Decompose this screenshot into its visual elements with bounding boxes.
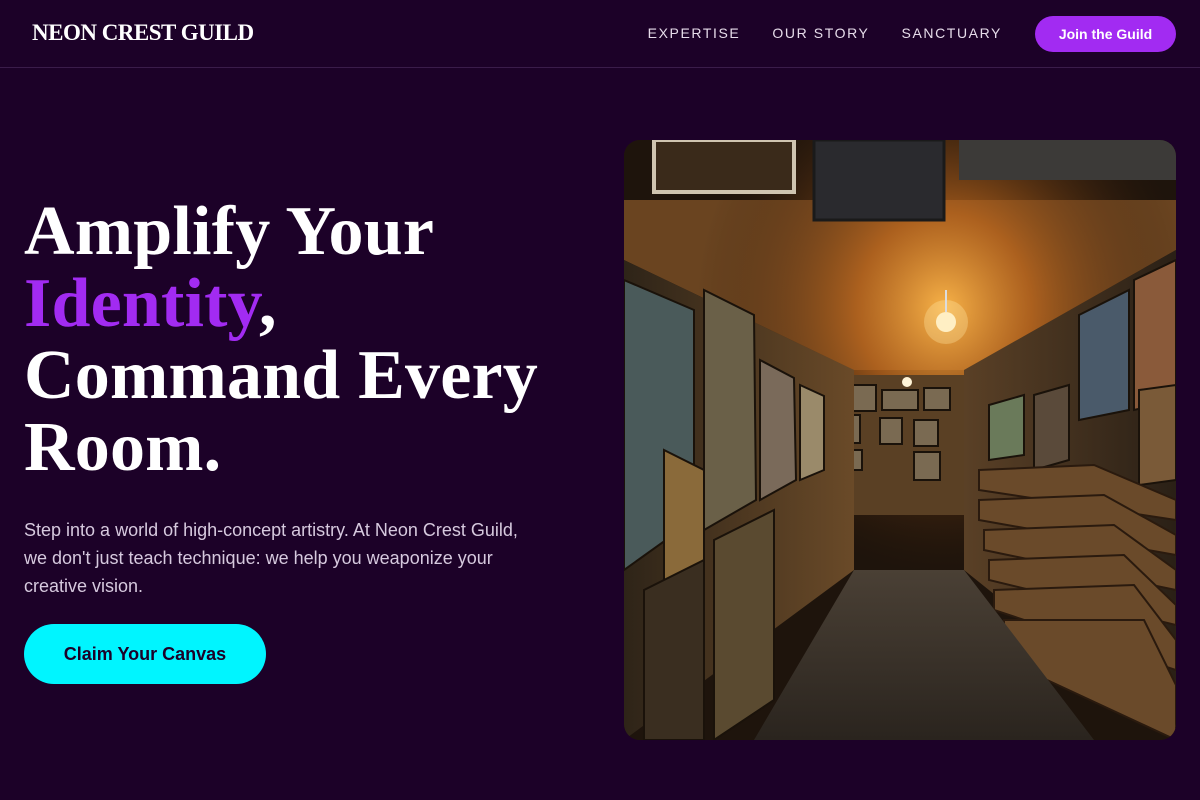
headline-line-3: Command Every xyxy=(24,337,538,414)
hero-text-block: Amplify Your Identity, Command Every Roo… xyxy=(24,196,584,600)
headline-accent-word: Identity xyxy=(24,265,259,342)
main-nav: EXPERTISE OUR STORY SANCTUARY xyxy=(648,25,1002,41)
nav-link-expertise[interactable]: EXPERTISE xyxy=(648,25,741,41)
gallery-photo-illustration xyxy=(624,140,1176,740)
claim-canvas-button[interactable]: Claim Your Canvas xyxy=(24,624,266,684)
top-navbar: NEON CREST GUILD EXPERTISE OUR STORY SAN… xyxy=(0,0,1200,68)
brand-logo[interactable]: NEON CREST GUILD xyxy=(32,20,254,46)
gallery-photo xyxy=(624,140,1176,740)
nav-link-our-story[interactable]: OUR STORY xyxy=(772,25,869,41)
headline-line-1: Amplify Your xyxy=(24,193,435,270)
headline-line-4: Room. xyxy=(24,409,222,486)
nav-link-sanctuary[interactable]: SANCTUARY xyxy=(902,25,1003,41)
hero-headline: Amplify Your Identity, Command Every Roo… xyxy=(24,196,584,484)
hero-description: Step into a world of high-concept artist… xyxy=(24,520,518,596)
headline-comma: , xyxy=(258,265,277,342)
join-guild-button[interactable]: Join the Guild xyxy=(1035,16,1176,52)
